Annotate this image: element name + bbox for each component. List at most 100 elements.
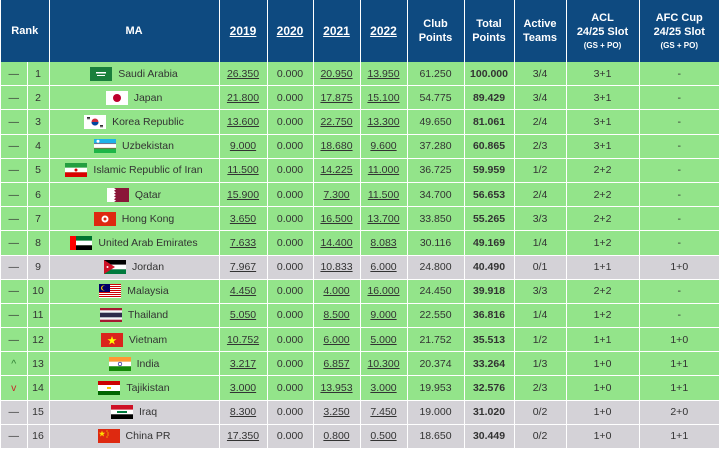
active-teams: 3/3 (514, 206, 567, 232)
trend-same-icon: — (8, 115, 20, 128)
total-points: 59.959 (464, 158, 515, 183)
points-2022-link[interactable]: 9.000 (360, 303, 408, 329)
points-2022-link[interactable]: 0.500 (360, 424, 408, 450)
trend-cell: — (1, 134, 28, 159)
total-points: 81.061 (464, 109, 515, 135)
points-2019-link[interactable]: 11.500 (219, 158, 268, 183)
total-points: 31.020 (464, 400, 515, 425)
trend-same-icon: — (8, 261, 20, 274)
rank-cell: 12 (27, 327, 50, 353)
trend-cell: — (1, 303, 28, 329)
trend-cell: — (1, 158, 28, 183)
points-2019-link[interactable]: 9.000 (219, 134, 268, 159)
points-2021-link[interactable]: 17.875 (313, 85, 361, 111)
total-points: 36.816 (464, 303, 515, 329)
points-2019-link[interactable]: 7.633 (219, 230, 268, 256)
points-2022-link[interactable]: 7.450 (360, 400, 408, 425)
afc-cup-slot: 2+0 (639, 400, 719, 425)
points-2022-link[interactable]: 11.500 (360, 182, 408, 208)
points-2019-link[interactable]: 5.050 (219, 303, 268, 329)
trend-cell: — (1, 182, 28, 208)
header-afc-line1: AFC Cup (655, 12, 703, 24)
points-2021-link[interactable]: 18.680 (313, 134, 361, 159)
active-teams: 1/4 (514, 303, 567, 329)
active-teams: 0/1 (514, 255, 567, 280)
active-teams: 2/3 (514, 375, 567, 401)
header-afc-line2: 24/25 Slot (653, 26, 705, 38)
points-2019-link[interactable]: 26.350 (219, 62, 268, 87)
points-2019-link[interactable]: 7.967 (219, 255, 268, 280)
acl-slot: 2+2 (566, 182, 640, 208)
points-2019-link[interactable]: 17.350 (219, 424, 268, 450)
afc-cup-slot: - (639, 134, 719, 159)
points-2019-link[interactable]: 4.450 (219, 279, 268, 304)
points-2021-link[interactable]: 10.833 (313, 255, 361, 280)
points-2022-link[interactable]: 3.000 (360, 375, 408, 401)
points-2021-link[interactable]: 0.800 (313, 424, 361, 450)
points-2019-link[interactable]: 3.217 (219, 351, 268, 377)
points-2022-link[interactable]: 8.083 (360, 230, 408, 256)
points-2022-link[interactable]: 11.000 (360, 158, 408, 183)
points-2021-link[interactable]: 7.300 (313, 182, 361, 208)
trend-same-icon: — (8, 188, 20, 201)
club-points: 61.250 (407, 62, 465, 87)
points-2021-link[interactable]: 16.500 (313, 206, 361, 232)
points-2021-link[interactable]: 14.400 (313, 230, 361, 256)
header-acl-slot[interactable]: ACL 24/25 Slot (GS + PO) (566, 0, 640, 62)
points-2022-link[interactable]: 10.300 (360, 351, 408, 377)
points-2020: 0.000 (267, 424, 314, 450)
points-2021-link[interactable]: 3.250 (313, 400, 361, 425)
points-2022-link[interactable]: 13.950 (360, 62, 408, 87)
points-2022-link[interactable]: 16.000 (360, 279, 408, 304)
points-2022-link[interactable]: 6.000 (360, 255, 408, 280)
ranking-rows: —1 Saudi Arabia 26.350 0.000 20.950 13.950 61.… (1, 62, 719, 450)
header-active-teams[interactable]: Active Teams (514, 0, 567, 62)
points-2019-link[interactable]: 21.800 (219, 85, 268, 111)
afc-cup-slot: - (639, 206, 719, 232)
header-2021[interactable]: 2021 (313, 0, 361, 62)
points-2021-link[interactable]: 14.225 (313, 158, 361, 183)
points-2019-link[interactable]: 15.900 (219, 182, 268, 208)
points-2022-link[interactable]: 13.300 (360, 109, 408, 135)
points-2019-link[interactable]: 3.650 (219, 206, 268, 232)
points-2020: 0.000 (267, 109, 314, 135)
active-teams: 1/2 (514, 158, 567, 183)
points-2021-link[interactable]: 6.857 (313, 351, 361, 377)
points-2022-link[interactable]: 15.100 (360, 85, 408, 111)
trend-cell: — (1, 230, 28, 256)
points-2019-link[interactable]: 10.752 (219, 327, 268, 353)
active-teams: 2/3 (514, 134, 567, 159)
header-afc-cup-slot[interactable]: AFC Cup 24/25 Slot (GS + PO) (639, 0, 719, 62)
table-row: — 12 Vietnam 10.752 0.000 6.000 5.000 21.752 35.… (1, 327, 719, 353)
header-2022[interactable]: 2022 (360, 0, 408, 62)
header-2019[interactable]: 2019 (219, 0, 268, 62)
header-club-points[interactable]: Club Points (407, 0, 465, 62)
rank-cell: 13 (27, 351, 50, 377)
points-2019-link[interactable]: 8.300 (219, 400, 268, 425)
header-total-points[interactable]: Total Points (464, 0, 515, 62)
total-points: 55.265 (464, 206, 515, 232)
vietnam-flag-icon (100, 332, 123, 347)
trend-cell: — (1, 424, 28, 450)
hong-kong-flag-icon (93, 211, 116, 226)
club-points: 30.116 (407, 230, 465, 256)
header-rank[interactable]: Rank (1, 0, 50, 62)
afc-cup-slot: 1+0 (639, 327, 719, 353)
points-2022-link[interactable]: 13.700 (360, 206, 408, 232)
points-2022-link[interactable]: 5.000 (360, 327, 408, 353)
points-2021-link[interactable]: 8.500 (313, 303, 361, 329)
points-2021-link[interactable]: 20.950 (313, 62, 361, 87)
header-ma[interactable]: MA (49, 0, 220, 62)
country-cell: Hong Kong (49, 206, 220, 232)
points-2021-link[interactable]: 4.000 (313, 279, 361, 304)
points-2019-link[interactable]: 13.600 (219, 109, 268, 135)
club-points: 24.800 (407, 255, 465, 280)
points-2022-link[interactable]: 9.600 (360, 134, 408, 159)
points-2021-link[interactable]: 6.000 (313, 327, 361, 353)
total-points: 32.576 (464, 375, 515, 401)
points-2021-link[interactable]: 13.953 (313, 375, 361, 401)
header-2020[interactable]: 2020 (267, 0, 314, 62)
points-2021-link[interactable]: 22.750 (313, 109, 361, 135)
points-2019-link[interactable]: 3.000 (219, 375, 268, 401)
japan-flag-icon (105, 90, 128, 105)
